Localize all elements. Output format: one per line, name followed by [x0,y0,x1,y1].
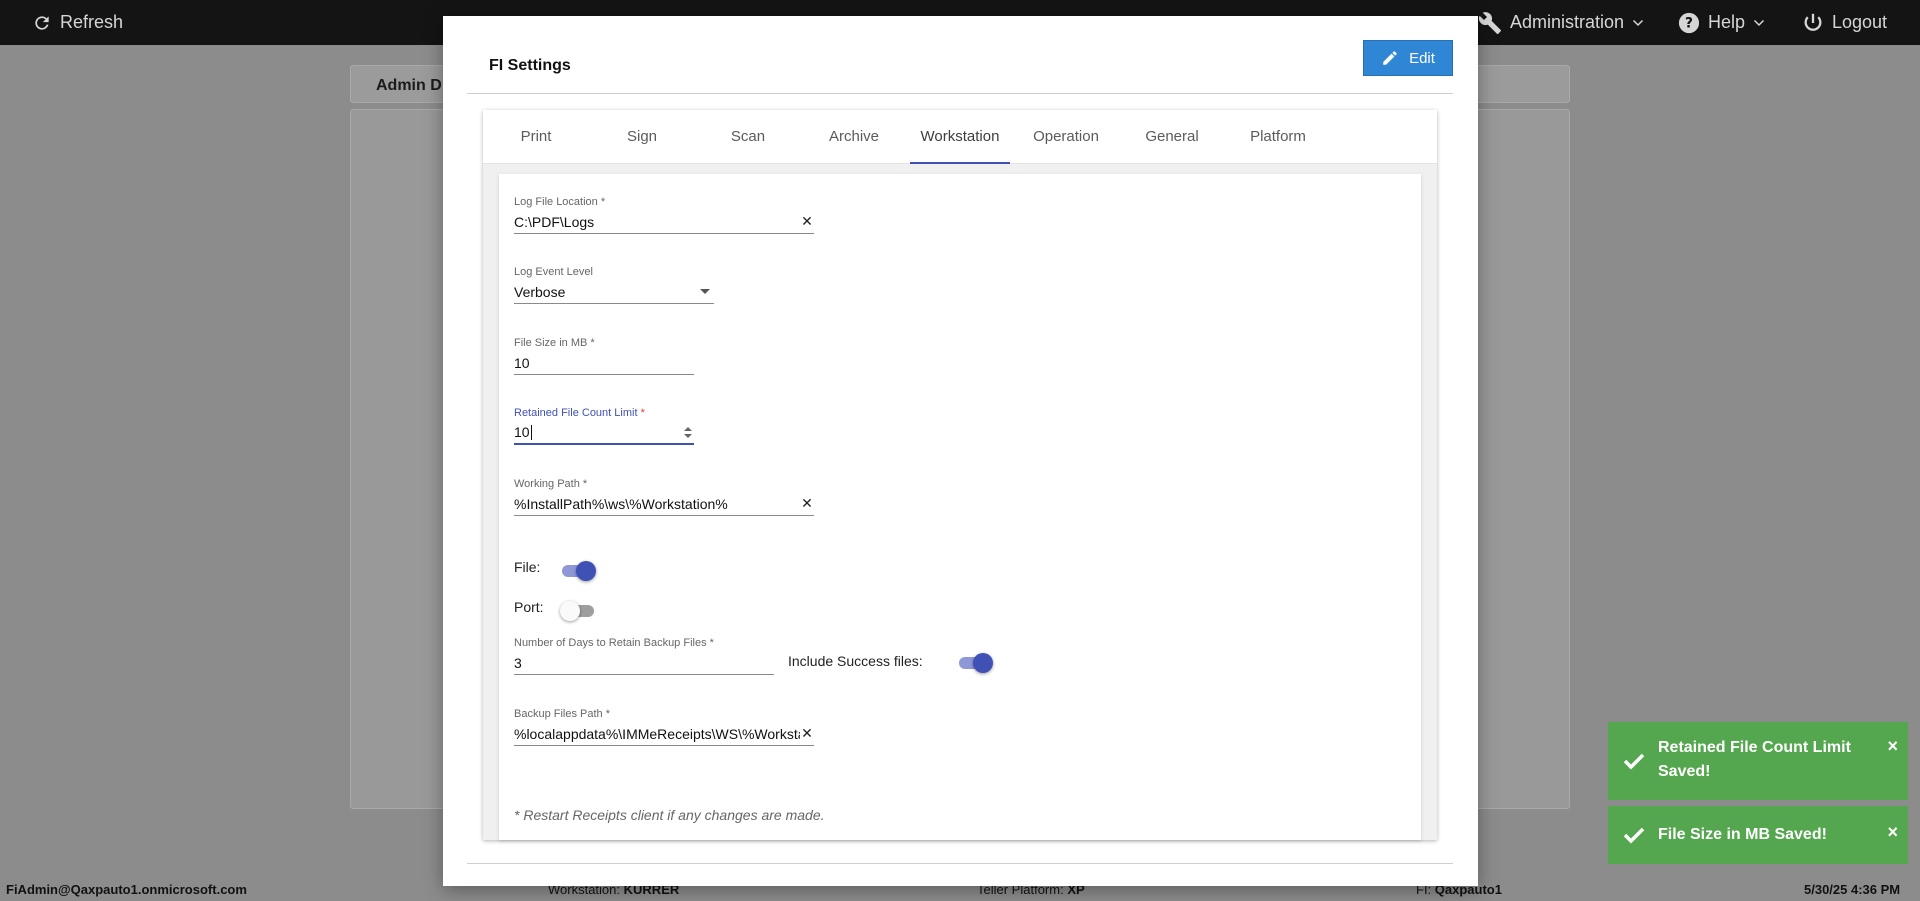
toast-message: File Size in MB Saved! [1658,826,1827,843]
clear-icon[interactable]: ✕ [800,495,814,512]
tab-operation[interactable]: Operation [1016,110,1116,164]
help-label: Help [1708,12,1746,32]
toast-file-size-saved: File Size in MB Saved! × [1608,806,1908,864]
chevron-down-icon [1754,19,1765,26]
clear-icon[interactable]: ✕ [800,213,814,230]
number-stepper-icon[interactable] [684,426,692,438]
settings-tabs: Print Sign Scan Archive Workstation Oper… [483,110,1437,164]
log-file-location-label: Log File Location * [514,196,606,208]
working-path-label: Working Path * [514,478,588,490]
administration-label: Administration [1510,12,1625,32]
log-event-level-select[interactable]: Verbose [514,280,714,304]
tab-general[interactable]: General [1122,110,1222,164]
retained-file-count-input[interactable]: 10 [514,421,694,445]
logout-button[interactable]: Logout [1802,0,1887,45]
caret-down-icon [700,289,710,294]
modal-title: FI Settings [489,57,571,74]
backup-path-label: Backup Files Path * [514,708,610,720]
file-size-mb-label: File Size in MB * [514,337,595,349]
tab-platform[interactable]: Platform [1228,110,1328,164]
include-success-label: Include Success files: [788,653,923,669]
fi-settings-modal: FI Settings Edit Print Sign Scan Archive… [443,16,1478,886]
tab-workstation[interactable]: Workstation [910,110,1010,164]
file-toggle-label: File: [514,559,541,575]
modal-body: Print Sign Scan Archive Workstation Oper… [467,94,1453,864]
edit-button[interactable]: Edit [1363,40,1453,76]
check-icon [1623,827,1645,844]
help-icon: ? [1678,12,1700,33]
refresh-label: Refresh [60,12,124,32]
tab-print[interactable]: Print [486,110,586,164]
settings-card: Print Sign Scan Archive Workstation Oper… [483,110,1437,840]
backup-days-input[interactable]: 3 [514,651,774,675]
text-cursor [530,425,532,441]
chevron-down-icon [1633,19,1644,26]
file-toggle[interactable] [560,561,596,581]
refresh-button[interactable]: Refresh [32,0,123,45]
pencil-icon [1383,51,1397,65]
status-user: FiAdmin@Qaxpauto1.onmicrosoft.com [6,882,247,897]
tab-scan[interactable]: Scan [698,110,798,164]
restart-note: * Restart Receipts client if any changes… [514,807,825,823]
logout-label: Logout [1832,12,1888,32]
background-panel-title: Admin D [376,77,442,94]
administration-menu[interactable]: Administration [1478,0,1644,45]
check-icon [1623,753,1645,770]
clear-icon[interactable]: ✕ [800,725,814,742]
port-toggle-label: Port: [514,599,544,615]
svg-text:?: ? [1685,15,1693,31]
toast-message: Retained File Count Limit Saved! [1658,739,1851,780]
modal-header: FI Settings Edit [467,40,1453,94]
retained-file-count-label: Retained File Count Limit * [514,407,645,419]
include-success-toggle[interactable] [957,653,993,673]
tab-content-area: Log File Location * C:\PDF\Logs ✕ Log Ev… [483,164,1437,840]
tab-archive[interactable]: Archive [804,110,904,164]
backup-path-input[interactable]: %localappdata%\IMMeReceipts\WS\%Workstat… [514,722,814,746]
workstation-settings-panel: Log File Location * C:\PDF\Logs ✕ Log Ev… [499,174,1421,840]
working-path-input[interactable]: %InstallPath%\ws\%Workstation% ✕ [514,492,814,516]
file-size-mb-input[interactable]: 10 [514,351,694,375]
close-icon[interactable]: × [1887,736,1898,757]
edit-label: Edit [1409,49,1435,67]
close-icon[interactable]: × [1887,822,1898,843]
toast-retained-count-saved: Retained File Count Limit Saved! × [1608,722,1908,800]
power-icon [1804,13,1822,31]
tab-sign[interactable]: Sign [592,110,692,164]
wrench-icon [1478,11,1501,34]
status-datetime: 5/30/25 4:36 PM [1804,882,1901,897]
refresh-icon [35,15,49,30]
backup-days-label: Number of Days to Retain Backup Files * [514,637,714,649]
port-toggle[interactable] [560,601,596,621]
help-menu[interactable]: ? Help [1678,0,1765,45]
log-event-level-label: Log Event Level [514,266,593,278]
log-file-location-input[interactable]: C:\PDF\Logs ✕ [514,210,814,234]
